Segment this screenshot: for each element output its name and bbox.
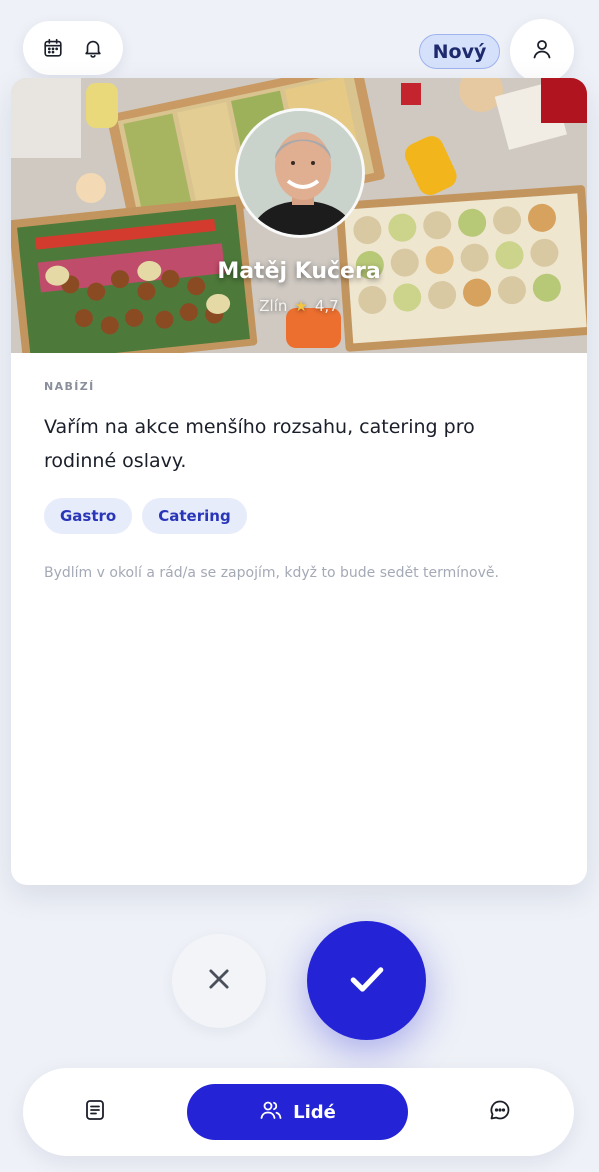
nav-people-label: Lidé: [293, 1101, 336, 1123]
user-icon: [530, 37, 554, 65]
top-actions-pill: [23, 21, 123, 75]
people-icon: [259, 1098, 283, 1127]
avatar: [235, 108, 365, 238]
accept-button[interactable]: [307, 921, 426, 1040]
profile-name: Matěj Kučera: [217, 259, 381, 284]
bottom-navigation: Lidé: [23, 1068, 574, 1156]
availability-note: Bydlím v okolí a rád/a se zapojím, když …: [44, 565, 499, 581]
reject-button[interactable]: [172, 934, 266, 1028]
nav-people[interactable]: Lidé: [187, 1084, 408, 1140]
profile-rating: 4,7: [314, 297, 339, 315]
profile-button[interactable]: [510, 19, 574, 83]
person-portrait: [238, 111, 362, 235]
app-screen: Nový Matěj Kučera Zlín ★ 4,7 NABÍZÍ Vaří…: [0, 0, 599, 1172]
nav-documents[interactable]: [75, 1092, 115, 1132]
check-icon: [345, 957, 389, 1005]
star-icon: ★: [294, 297, 308, 315]
calendar-icon[interactable]: [42, 37, 64, 59]
tag-gastro[interactable]: Gastro: [44, 498, 133, 534]
profile-card[interactable]: Matěj Kučera Zlín ★ 4,7 NABÍZÍ Vařím na …: [11, 78, 587, 885]
close-icon: [205, 965, 233, 997]
document-icon: [83, 1098, 107, 1126]
profile-location: Zlín: [259, 297, 288, 315]
chat-icon: [488, 1098, 512, 1126]
new-status-badge: Nový: [419, 34, 500, 69]
cover-photo: Matěj Kučera Zlín ★ 4,7: [11, 78, 587, 353]
nav-messages[interactable]: [480, 1092, 520, 1132]
offer-description: Vařím na akce menšího rozsahu, catering …: [44, 416, 475, 472]
tag-list: Gastro Catering: [44, 498, 247, 534]
offers-section-label: NABÍZÍ: [44, 380, 95, 393]
tag-catering[interactable]: Catering: [142, 498, 247, 534]
bell-icon[interactable]: [82, 37, 104, 59]
profile-meta: Zlín ★ 4,7: [11, 297, 587, 315]
